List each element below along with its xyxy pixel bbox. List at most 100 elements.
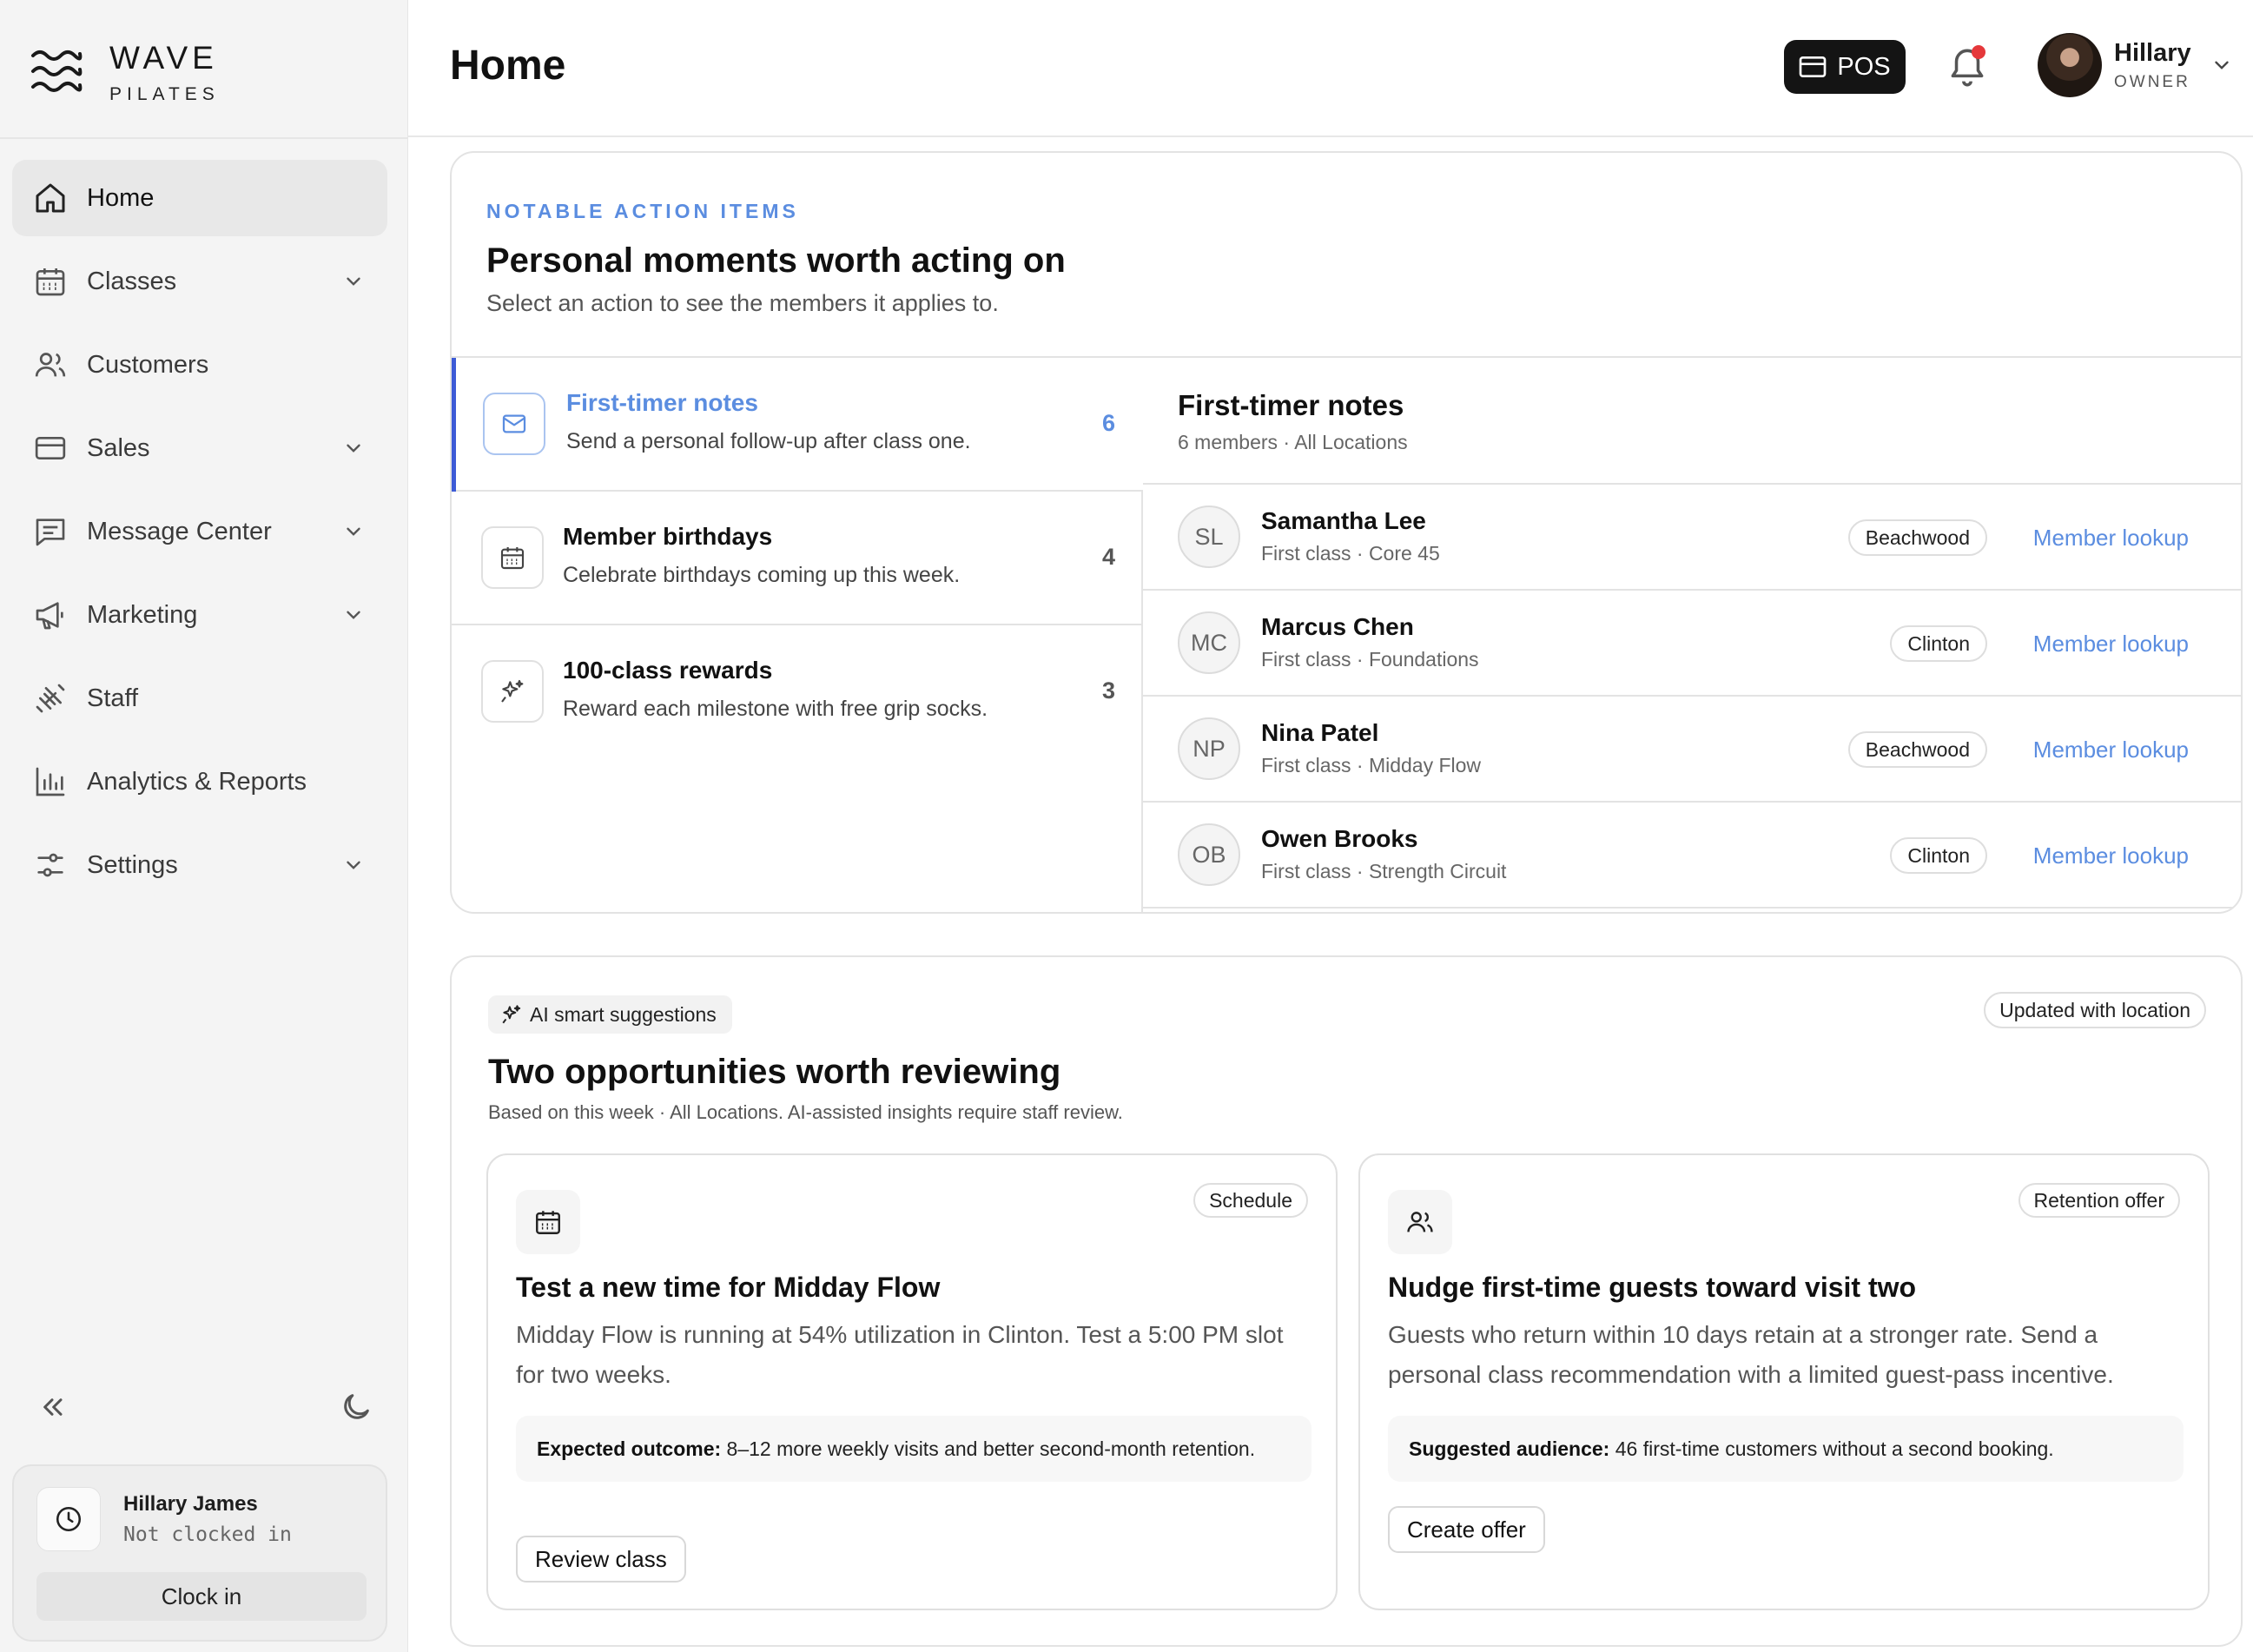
- member-row: NP Nina Patel First class · Midday Flow …: [1143, 697, 2241, 803]
- sidebar-item-message-center[interactable]: Message Center: [12, 493, 387, 570]
- action-icon-box: [481, 660, 544, 723]
- sparkle-icon: [502, 1005, 521, 1024]
- users-icon: [1407, 1212, 1433, 1232]
- calendar-icon: [36, 268, 65, 296]
- member-list-panel: First-timer notes 6 members · All Locati…: [1143, 358, 2241, 912]
- sidebar-item-staff[interactable]: Staff: [12, 660, 387, 737]
- chevron-down-icon[interactable]: [342, 854, 365, 876]
- page-title: Home: [450, 43, 566, 89]
- sidebar-item-label: Classes: [87, 267, 177, 295]
- chevron-down-icon[interactable]: [342, 437, 365, 459]
- user-menu[interactable]: Hillary OWNER: [2038, 33, 2233, 97]
- sliders-icon: [37, 853, 63, 877]
- collapse-sidebar-icon[interactable]: [35, 1390, 69, 1424]
- calendar-icon: [536, 1211, 560, 1234]
- action-list: First-timer notes Send a personal follow…: [452, 358, 1143, 912]
- bar-chart-icon: [36, 767, 65, 796]
- sidebar-item-home[interactable]: Home: [12, 160, 387, 236]
- outcome-label: Expected outcome:: [537, 1437, 722, 1460]
- action-desc: Reward each milestone with free grip soc…: [563, 697, 988, 721]
- sidebar-item-label: Message Center: [87, 517, 272, 545]
- sidebar: WAVE PILATES Home Classes Customers Sale…: [0, 0, 408, 1652]
- suggestion-outcome-box: Expected outcome: 8–12 more weekly visit…: [516, 1416, 1311, 1482]
- suggestion-tag: Retention offer: [2018, 1183, 2180, 1218]
- review-class-button[interactable]: Review class: [516, 1536, 686, 1583]
- location-badge: Clinton: [1890, 625, 1987, 662]
- member-lookup-link[interactable]: Member lookup: [2033, 737, 2189, 763]
- action-title: 100-class rewards: [563, 657, 773, 684]
- ai-chip-label: AI smart suggestions: [530, 1002, 717, 1026]
- brand-text: WAVE PILATES: [109, 41, 220, 105]
- panel-subtitle: Based on this week · All Locations. AI-a…: [488, 1101, 1123, 1123]
- clock-in-button[interactable]: Clock in: [36, 1572, 367, 1621]
- member-detail: First class · Midday Flow: [1261, 754, 1482, 776]
- action-count: 6: [1101, 410, 1115, 436]
- user-role: OWNER: [2114, 72, 2190, 91]
- brand-name: WAVE: [109, 40, 218, 76]
- home-icon: [36, 183, 65, 213]
- clock-in-info: Hillary James Not clocked in: [36, 1487, 292, 1551]
- megaphone-icon: [36, 602, 63, 630]
- brand-logo[interactable]: WAVE PILATES: [30, 38, 377, 108]
- member-lookup-link[interactable]: Member lookup: [2033, 843, 2189, 869]
- chevron-down-icon[interactable]: [2210, 54, 2233, 76]
- action-member-birthdays[interactable]: Member birthdays Celebrate birthdays com…: [452, 492, 1143, 625]
- user-name: Hillary: [2114, 38, 2191, 67]
- clock-in-text: Hillary James Not clocked in: [123, 1492, 292, 1546]
- pos-button[interactable]: POS: [1784, 40, 1906, 94]
- member-name: Samantha Lee: [1261, 507, 1426, 534]
- app-root: WAVE PILATES Home Classes Customers Sale…: [0, 0, 2253, 1652]
- action-title: Member birthdays: [563, 523, 773, 550]
- clock-in-card: Hillary James Not clocked in Clock in: [12, 1464, 387, 1642]
- chevron-down-icon[interactable]: [342, 604, 365, 626]
- member-detail: First class · Core 45: [1261, 542, 1440, 565]
- sidebar-item-classes[interactable]: Classes: [12, 243, 387, 320]
- member-row: MC Marcus Chen First class · Foundations…: [1143, 591, 2241, 697]
- updated-badge: Updated with location: [1984, 992, 2206, 1028]
- avatar: [2038, 33, 2102, 97]
- clock-icon-box: [36, 1487, 101, 1551]
- action-first-timer-notes[interactable]: First-timer notes Send a personal follow…: [452, 358, 1143, 492]
- sidebar-item-customers[interactable]: Customers: [12, 327, 387, 403]
- chevron-down-icon[interactable]: [342, 270, 365, 293]
- suggestion-icon-box: [1388, 1190, 1452, 1254]
- member-lookup-link[interactable]: Member lookup: [2033, 525, 2189, 552]
- member-lookup-link[interactable]: Member lookup: [2033, 631, 2189, 657]
- sidebar-item-sales[interactable]: Sales: [12, 410, 387, 486]
- action-title: First-timer notes: [566, 389, 758, 416]
- clock-status: Not clocked in: [123, 1523, 292, 1546]
- create-offer-button[interactable]: Create offer: [1388, 1506, 1545, 1553]
- chevron-down-icon[interactable]: [342, 520, 365, 543]
- sidebar-item-label: Analytics & Reports: [87, 767, 307, 796]
- suggestion-desc: Guests who return within 10 days retain …: [1388, 1321, 2114, 1388]
- ai-suggestions-panel: AI smart suggestions Updated with locati…: [450, 955, 2243, 1647]
- suggestion-tag: Schedule: [1193, 1183, 1308, 1218]
- pos-label: POS: [1837, 52, 1891, 81]
- suggestion-desc: Midday Flow is running at 54% utilizatio…: [516, 1321, 1284, 1388]
- panel-title: Personal moments worth acting on: [486, 241, 1066, 280]
- action-icon-box: [483, 393, 545, 455]
- outcome-text: 8–12 more weekly visits and better secon…: [721, 1437, 1256, 1460]
- moon-icon[interactable]: [339, 1390, 373, 1424]
- sidebar-item-analytics[interactable]: Analytics & Reports: [12, 743, 387, 820]
- action-100-class-rewards[interactable]: 100-class rewards Reward each milestone …: [452, 625, 1143, 759]
- suggestion-title: Test a new time for Midday Flow: [516, 1272, 941, 1303]
- message-icon: [36, 519, 65, 546]
- sidebar-item-label: Home: [87, 183, 155, 212]
- sidebar-item-label: Marketing: [87, 600, 198, 629]
- brand-subtitle: PILATES: [109, 84, 220, 104]
- sidebar-item-label: Sales: [87, 433, 150, 462]
- sidebar-footer-controls: [35, 1386, 373, 1428]
- audience-text: 46 first-time customers without a second…: [1609, 1437, 2054, 1460]
- panel-title: Two opportunities worth reviewing: [488, 1053, 1061, 1091]
- sidebar-divider: [0, 137, 408, 139]
- sidebar-item-settings[interactable]: Settings: [12, 827, 387, 903]
- location-badge: Clinton: [1890, 837, 1987, 874]
- suggestion-card-retention: Retention offer Nudge first-time guests …: [1358, 1153, 2210, 1610]
- sidebar-item-marketing[interactable]: Marketing: [12, 577, 387, 653]
- panel-eyebrow: NOTABLE ACTION ITEMS: [486, 200, 799, 222]
- audience-label: Suggested audience:: [1409, 1437, 1610, 1460]
- dumbbell-icon: [36, 684, 65, 713]
- action-split-view: First-timer notes Send a personal follow…: [452, 356, 2241, 912]
- action-items-panel: NOTABLE ACTION ITEMS Personal moments wo…: [450, 151, 2243, 914]
